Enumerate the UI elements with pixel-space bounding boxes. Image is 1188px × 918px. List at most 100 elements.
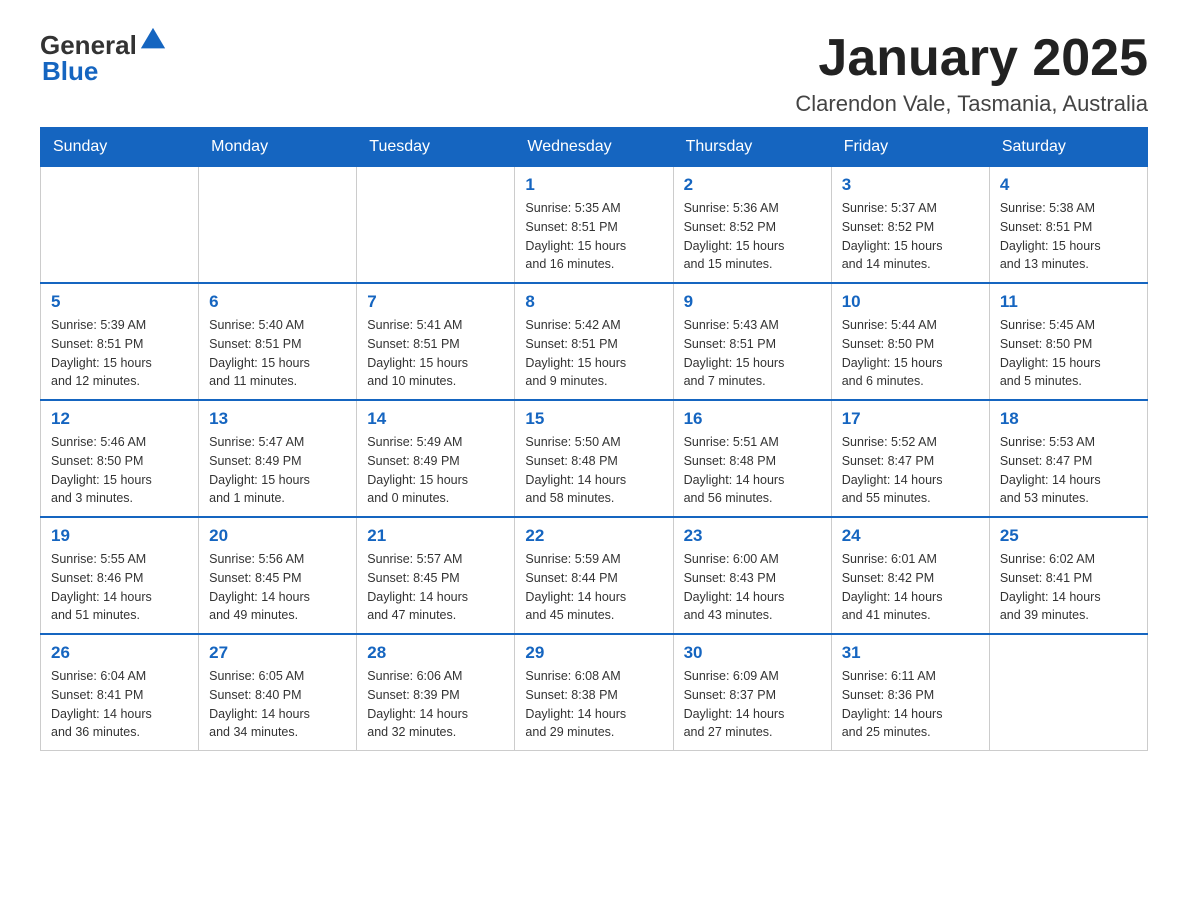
calendar-cell: 7 Sunrise: 5:41 AM Sunset: 8:51 PM Daylig… [357,283,515,400]
header-row: SundayMondayTuesdayWednesdayThursdayFrid… [41,128,1148,167]
header-sunday: Sunday [41,128,199,167]
day-number: 9 [684,292,821,312]
day-info: Sunrise: 5:52 AM Sunset: 8:47 PM Dayligh… [842,433,979,508]
calendar-cell: 9 Sunrise: 5:43 AM Sunset: 8:51 PM Daylig… [673,283,831,400]
header-saturday: Saturday [989,128,1147,167]
day-number: 7 [367,292,504,312]
calendar-cell: 17Sunrise: 5:52 AM Sunset: 8:47 PM Dayli… [831,400,989,517]
day-number: 24 [842,526,979,546]
calendar-cell: 2 Sunrise: 5:36 AM Sunset: 8:52 PM Daylig… [673,167,831,284]
day-info: Sunrise: 6:09 AM Sunset: 8:37 PM Dayligh… [684,667,821,742]
calendar-cell: 27 Sunrise: 6:05 AM Sunset: 8:40 PM Dayli… [199,634,357,751]
day-number: 12 [51,409,188,429]
day-info: Sunrise: 5:44 AM Sunset: 8:50 PM Dayligh… [842,316,979,391]
day-number: 29 [525,643,662,663]
day-info: Sunrise: 5:42 AM Sunset: 8:51 PM Dayligh… [525,316,662,391]
calendar-cell: 29 Sunrise: 6:08 AM Sunset: 8:38 PM Dayli… [515,634,673,751]
day-number: 13 [209,409,346,429]
day-info: Sunrise: 5:37 AM Sunset: 8:52 PM Dayligh… [842,199,979,274]
day-number: 27 [209,643,346,663]
day-number: 10 [842,292,979,312]
day-number: 8 [525,292,662,312]
day-number: 30 [684,643,821,663]
week-row-4: 19Sunrise: 5:55 AM Sunset: 8:46 PM Dayli… [41,517,1148,634]
logo-blue-text: Blue [42,56,98,86]
day-number: 11 [1000,292,1137,312]
day-number: 5 [51,292,188,312]
week-row-5: 26Sunrise: 6:04 AM Sunset: 8:41 PM Dayli… [41,634,1148,751]
day-info: Sunrise: 5:49 AM Sunset: 8:49 PM Dayligh… [367,433,504,508]
day-info: Sunrise: 5:46 AM Sunset: 8:50 PM Dayligh… [51,433,188,508]
day-info: Sunrise: 6:00 AM Sunset: 8:43 PM Dayligh… [684,550,821,625]
calendar-cell: 6 Sunrise: 5:40 AM Sunset: 8:51 PM Daylig… [199,283,357,400]
day-number: 1 [525,175,662,195]
day-info: Sunrise: 5:38 AM Sunset: 8:51 PM Dayligh… [1000,199,1137,274]
day-info: Sunrise: 5:45 AM Sunset: 8:50 PM Dayligh… [1000,316,1137,391]
day-info: Sunrise: 5:47 AM Sunset: 8:49 PM Dayligh… [209,433,346,508]
logo: General Blue [40,30,167,84]
calendar-cell [41,167,199,284]
calendar-cell: 10 Sunrise: 5:44 AM Sunset: 8:50 PM Dayli… [831,283,989,400]
day-number: 3 [842,175,979,195]
day-info: Sunrise: 5:41 AM Sunset: 8:51 PM Dayligh… [367,316,504,391]
day-info: Sunrise: 6:06 AM Sunset: 8:39 PM Dayligh… [367,667,504,742]
calendar-cell: 12 Sunrise: 5:46 AM Sunset: 8:50 PM Dayli… [41,400,199,517]
header-thursday: Thursday [673,128,831,167]
day-number: 25 [1000,526,1137,546]
calendar-cell: 21 Sunrise: 5:57 AM Sunset: 8:45 PM Dayli… [357,517,515,634]
calendar-cell: 16 Sunrise: 5:51 AM Sunset: 8:48 PM Dayli… [673,400,831,517]
calendar-cell: 14 Sunrise: 5:49 AM Sunset: 8:49 PM Dayli… [357,400,515,517]
day-number: 22 [525,526,662,546]
calendar-cell: 26Sunrise: 6:04 AM Sunset: 8:41 PM Dayli… [41,634,199,751]
day-info: Sunrise: 5:43 AM Sunset: 8:51 PM Dayligh… [684,316,821,391]
day-number: 2 [684,175,821,195]
calendar-cell: 25 Sunrise: 6:02 AM Sunset: 8:41 PM Dayli… [989,517,1147,634]
day-number: 4 [1000,175,1137,195]
calendar-cell: 30 Sunrise: 6:09 AM Sunset: 8:37 PM Dayli… [673,634,831,751]
calendar-cell: 13 Sunrise: 5:47 AM Sunset: 8:49 PM Dayli… [199,400,357,517]
calendar-cell: 28 Sunrise: 6:06 AM Sunset: 8:39 PM Dayli… [357,634,515,751]
day-number: 21 [367,526,504,546]
day-info: Sunrise: 5:35 AM Sunset: 8:51 PM Dayligh… [525,199,662,274]
location-subtitle: Clarendon Vale, Tasmania, Australia [795,91,1148,117]
calendar-cell: 11 Sunrise: 5:45 AM Sunset: 8:50 PM Dayli… [989,283,1147,400]
header-monday: Monday [199,128,357,167]
day-number: 20 [209,526,346,546]
week-row-2: 5Sunrise: 5:39 AM Sunset: 8:51 PM Daylig… [41,283,1148,400]
day-info: Sunrise: 5:51 AM Sunset: 8:48 PM Dayligh… [684,433,821,508]
day-number: 16 [684,409,821,429]
calendar-table: SundayMondayTuesdayWednesdayThursdayFrid… [40,127,1148,751]
day-number: 6 [209,292,346,312]
calendar-cell: 20Sunrise: 5:56 AM Sunset: 8:45 PM Dayli… [199,517,357,634]
day-info: Sunrise: 5:59 AM Sunset: 8:44 PM Dayligh… [525,550,662,625]
calendar-cell: 22 Sunrise: 5:59 AM Sunset: 8:44 PM Dayli… [515,517,673,634]
day-info: Sunrise: 6:01 AM Sunset: 8:42 PM Dayligh… [842,550,979,625]
day-number: 14 [367,409,504,429]
day-info: Sunrise: 6:05 AM Sunset: 8:40 PM Dayligh… [209,667,346,742]
calendar-cell [199,167,357,284]
day-info: Sunrise: 6:08 AM Sunset: 8:38 PM Dayligh… [525,667,662,742]
day-info: Sunrise: 6:02 AM Sunset: 8:41 PM Dayligh… [1000,550,1137,625]
day-info: Sunrise: 6:11 AM Sunset: 8:36 PM Dayligh… [842,667,979,742]
day-info: Sunrise: 5:50 AM Sunset: 8:48 PM Dayligh… [525,433,662,508]
calendar-cell: 8 Sunrise: 5:42 AM Sunset: 8:51 PM Daylig… [515,283,673,400]
calendar-cell: 1 Sunrise: 5:35 AM Sunset: 8:51 PM Daylig… [515,167,673,284]
day-info: Sunrise: 5:53 AM Sunset: 8:47 PM Dayligh… [1000,433,1137,508]
day-number: 23 [684,526,821,546]
day-number: 26 [51,643,188,663]
header-wednesday: Wednesday [515,128,673,167]
calendar-cell: 5Sunrise: 5:39 AM Sunset: 8:51 PM Daylig… [41,283,199,400]
month-title: January 2025 [795,30,1148,87]
week-row-3: 12 Sunrise: 5:46 AM Sunset: 8:50 PM Dayli… [41,400,1148,517]
day-number: 18 [1000,409,1137,429]
day-info: Sunrise: 5:57 AM Sunset: 8:45 PM Dayligh… [367,550,504,625]
day-info: Sunrise: 5:36 AM Sunset: 8:52 PM Dayligh… [684,199,821,274]
day-number: 31 [842,643,979,663]
calendar-cell: 23 Sunrise: 6:00 AM Sunset: 8:43 PM Dayli… [673,517,831,634]
calendar-cell [989,634,1147,751]
day-info: Sunrise: 5:40 AM Sunset: 8:51 PM Dayligh… [209,316,346,391]
calendar-cell: 3 Sunrise: 5:37 AM Sunset: 8:52 PM Daylig… [831,167,989,284]
day-number: 28 [367,643,504,663]
day-number: 15 [525,409,662,429]
page-header: General Blue January 2025 Clarendon Vale… [40,30,1148,117]
